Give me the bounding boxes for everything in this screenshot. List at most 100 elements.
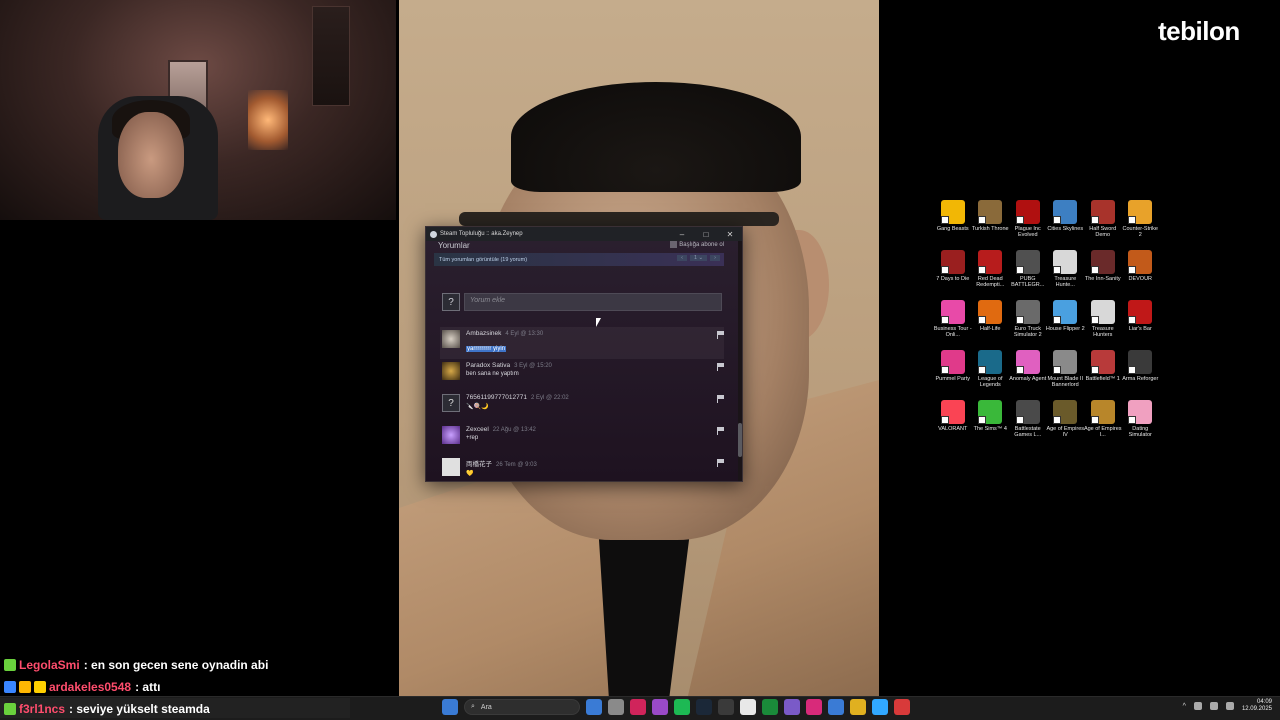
scrollbar-thumb[interactable] xyxy=(738,423,742,457)
desktop-icon[interactable]: Turkish Throne xyxy=(972,200,1010,242)
desktop-icon[interactable]: Plague Inc Evolved xyxy=(1009,200,1047,242)
desktop-icon[interactable]: Euro Truck Simulator 2 xyxy=(1009,300,1047,342)
desktop-icon-label: Euro Truck Simulator 2 xyxy=(1013,326,1042,339)
battery-icon[interactable] xyxy=(1225,702,1234,711)
view-all-comments-bar[interactable]: Tüm yorumları görüntüle (19 yorum) ‹ 1 ⌄… xyxy=(434,253,724,266)
app-icon xyxy=(978,250,1003,274)
subscribe-checkbox[interactable] xyxy=(670,241,678,248)
commenter-avatar[interactable] xyxy=(442,330,460,348)
portrait-hair xyxy=(511,82,801,192)
desktop-icon[interactable]: Business Tour - Onli... xyxy=(934,300,972,342)
clock-time: 04:09 xyxy=(1256,699,1272,705)
comment-author[interactable]: Paradox Sativa xyxy=(466,362,510,369)
comment-author[interactable]: Zexceel xyxy=(466,426,489,433)
desktop-icon[interactable]: PUBG BATTLEGR... xyxy=(1009,250,1047,292)
commenter-avatar[interactable] xyxy=(442,362,460,380)
taskbar-app-icon[interactable] xyxy=(696,699,712,715)
comment-text: +rep xyxy=(466,435,479,441)
commenter-avatar[interactable] xyxy=(442,426,460,444)
taskbar-search[interactable]: ⌕ Ara xyxy=(464,699,580,715)
desktop-icon-label: Red Dead Redempti... xyxy=(976,276,1005,289)
taskbar-app-icon[interactable] xyxy=(608,699,624,715)
desktop-icon[interactable]: League of Legends xyxy=(972,350,1010,392)
close-button[interactable]: ✕ xyxy=(718,230,742,239)
desktop-icon[interactable]: Liar's Bar xyxy=(1122,300,1160,342)
desktop-icon[interactable]: Mount Blade II Bannerlord xyxy=(1047,350,1085,392)
desktop-icon[interactable]: Age of Empires I... xyxy=(1084,400,1122,442)
desktop-icon[interactable]: Counter-Strike 2 xyxy=(1122,200,1160,242)
view-all-comments-link[interactable]: Tüm yorumları görüntüle (19 yorum) xyxy=(439,257,527,263)
pager-page-select[interactable]: 1 ⌄ xyxy=(689,255,708,261)
desktop-icon-label: Half-Life xyxy=(980,326,1001,332)
app-icon xyxy=(1090,300,1115,324)
taskbar-app-icon[interactable] xyxy=(872,699,888,715)
start-button[interactable] xyxy=(442,699,458,715)
desktop-icon[interactable]: DEVOUR xyxy=(1122,250,1160,292)
desktop-icon[interactable]: Age of Empires IV xyxy=(1046,400,1084,442)
taskbar-app-icon[interactable] xyxy=(718,699,734,715)
desktop-icon-label: VALORANT xyxy=(938,426,968,432)
taskbar-app-icon[interactable] xyxy=(784,699,800,715)
desktop-icon[interactable]: Pummel Party xyxy=(934,350,972,392)
desktop-icon[interactable]: Treasure Hunte... xyxy=(1047,250,1085,292)
desktop-icon[interactable]: 7 Days to Die xyxy=(934,250,972,292)
taskbar-app-icon[interactable] xyxy=(850,699,866,715)
desktop-icon[interactable]: Gang Beasts xyxy=(934,200,972,242)
desktop-icon[interactable]: Half-Life xyxy=(972,300,1010,342)
desktop-icon[interactable]: Red Dead Redempti... xyxy=(972,250,1010,292)
chevron-up-icon[interactable]: ^ xyxy=(1183,703,1186,710)
network-icon[interactable] xyxy=(1193,702,1202,711)
pager-prev-button[interactable]: ‹ xyxy=(677,255,687,261)
subscribe-toggle[interactable]: Başlığa abone ol xyxy=(670,241,724,248)
comment-list: Ambazsinek 4 Eyl @ 13:30 yarrrrrrrrr yiyin… xyxy=(440,327,724,481)
taskbar-app-icon[interactable] xyxy=(762,699,778,715)
desktop-icon[interactable]: Treasure Hunters xyxy=(1084,300,1122,342)
comment-author[interactable]: Ambazsinek xyxy=(466,330,501,337)
minimize-button[interactable]: – xyxy=(670,230,694,239)
taskbar-app-icon[interactable] xyxy=(740,699,756,715)
report-flag-icon[interactable] xyxy=(716,395,724,403)
pager-next-button[interactable]: › xyxy=(710,255,720,261)
comment-text: ben sana ne yaptım xyxy=(466,371,519,377)
streamer-face xyxy=(118,112,184,198)
desktop-icon[interactable]: Battlefield™ 1 xyxy=(1084,350,1122,392)
comment-input[interactable]: Yorum ekle xyxy=(464,293,722,311)
desktop-icon[interactable]: Arma Reforger xyxy=(1122,350,1160,392)
taskbar-app-icon[interactable] xyxy=(894,699,910,715)
desktop-icon[interactable]: Battlestate Games L... xyxy=(1009,400,1047,442)
app-icon xyxy=(1090,250,1115,274)
desktop-icon[interactable]: The Sims™ 4 xyxy=(972,400,1010,442)
app-icon xyxy=(940,350,965,374)
desktop-icon[interactable]: Anomaly Agent xyxy=(1009,350,1047,392)
taskbar-app-icon[interactable] xyxy=(630,699,646,715)
taskbar-app-icon[interactable] xyxy=(828,699,844,715)
window-titlebar[interactable]: Steam Topluluğu :: aka.Zeynep – □ ✕ xyxy=(426,227,742,241)
commenter-avatar[interactable]: ? xyxy=(442,394,460,412)
maximize-button[interactable]: □ xyxy=(694,230,718,239)
desktop-icon[interactable]: Cities Skylines xyxy=(1047,200,1085,242)
desktop-icon[interactable]: The Inn-Sanity xyxy=(1084,250,1122,292)
comment-author[interactable]: 76561199777012771 xyxy=(466,394,527,401)
report-flag-icon[interactable] xyxy=(716,427,724,435)
report-flag-icon[interactable] xyxy=(716,331,724,339)
taskbar-app-icon[interactable] xyxy=(652,699,668,715)
desktop-icon[interactable]: VALORANT xyxy=(934,400,972,442)
comments-section-title: Yorumlar xyxy=(438,241,470,250)
volume-icon[interactable] xyxy=(1209,702,1218,711)
comment-author[interactable]: 両橋花子 xyxy=(466,461,492,468)
desktop-icon[interactable]: Dating Simulator xyxy=(1122,400,1160,442)
desktop-icon[interactable]: Half Sword Demo xyxy=(1084,200,1122,242)
app-icon xyxy=(1090,400,1115,424)
app-icon xyxy=(1053,400,1078,424)
comment-meta: 76561199777012771 2 Eyl @ 22:02 xyxy=(466,394,724,401)
steam-community-window[interactable]: Steam Topluluğu :: aka.Zeynep – □ ✕ Yoru… xyxy=(425,226,743,482)
taskbar-app-icon[interactable] xyxy=(806,699,822,715)
commenter-avatar[interactable] xyxy=(442,458,460,476)
report-flag-icon[interactable] xyxy=(716,363,724,371)
report-flag-icon[interactable] xyxy=(716,459,724,467)
taskbar-app-icon[interactable] xyxy=(674,699,690,715)
taskbar-clock[interactable]: 04:09 12.09.2025 xyxy=(1242,699,1272,713)
taskbar-app-icon[interactable] xyxy=(586,699,602,715)
add-comment-row: ? Yorum ekle xyxy=(442,291,722,313)
desktop-icon[interactable]: House Flipper 2 xyxy=(1046,300,1085,342)
